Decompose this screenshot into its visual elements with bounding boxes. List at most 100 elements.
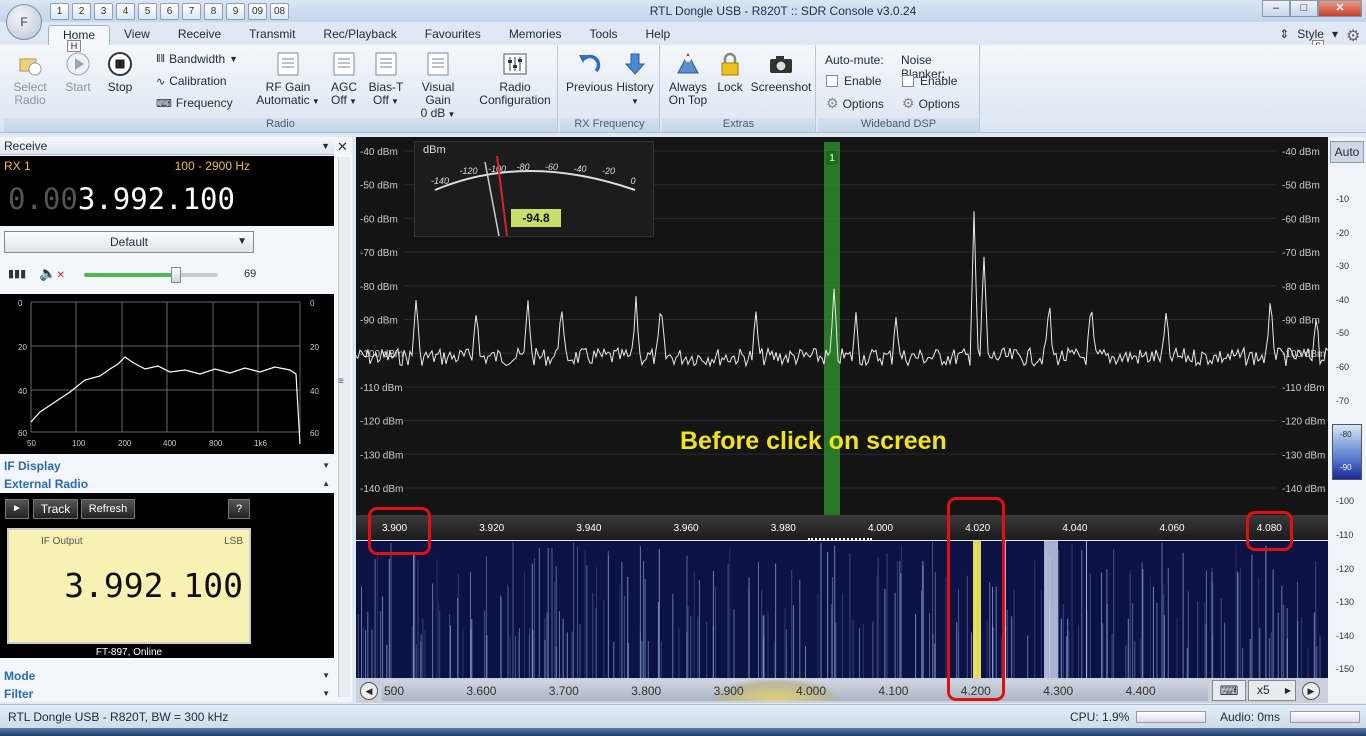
auto-mute-checkbox[interactable] [826, 75, 838, 87]
colorbar-tick: -30 [1336, 261, 1350, 272]
volume-thumb[interactable] [171, 267, 182, 283]
style-menu[interactable]: ⇕ Style ▾ [1279, 27, 1338, 41]
preset-label: Default [109, 235, 149, 249]
if-display-header[interactable]: IF Display ▼ [0, 457, 334, 475]
bandwidth-label: Bandwidth [169, 52, 226, 66]
overview-scale-label: 3.900 [713, 684, 744, 698]
scroll-right-button[interactable]: ▶ [1302, 682, 1320, 700]
tab-favourites[interactable]: Favourites [411, 25, 495, 45]
colorbar-tick: -150 [1336, 664, 1355, 675]
overview-scale-label: 4.400 [1125, 684, 1156, 698]
db-label-left: -140 dBm [360, 484, 403, 495]
previous-label: Previous [566, 80, 613, 94]
lock-icon [721, 52, 739, 76]
preset-dropdown[interactable]: Default ▼ [4, 231, 254, 253]
tab-view[interactable]: View [110, 25, 164, 45]
maximize-button[interactable]: □ [1290, 0, 1318, 17]
rf-gain-button[interactable]: RF Gain Automatic ▼ [256, 51, 320, 108]
tab-help[interactable]: Help [632, 25, 685, 45]
volume-slider[interactable] [84, 267, 218, 283]
mute-icon[interactable]: 🔈✕ [39, 265, 65, 282]
application-menu-button[interactable]: F [6, 4, 42, 40]
style-label[interactable]: Style [1297, 27, 1324, 41]
keyboard-button[interactable]: ⌨ [1212, 680, 1246, 701]
db-label-right: -40 dBm [1282, 147, 1320, 158]
overview-scale-label: 3.700 [548, 684, 579, 698]
tab-recplayback[interactable]: Rec/Playback [309, 25, 410, 45]
auto-mute-label: Auto-mute: [825, 53, 884, 67]
highlight-box-4020 [947, 497, 1005, 701]
db-label-right: -130 dBm [1282, 450, 1325, 461]
tab-transmit[interactable]: Transmit [235, 25, 309, 45]
waterfall-display[interactable] [356, 541, 1328, 678]
splitter-handle[interactable] [808, 538, 872, 540]
track-button[interactable]: Track [33, 499, 78, 519]
noise-blanker-enable[interactable]: Enable [902, 74, 957, 88]
levels-icon[interactable]: ▮▮▮ [8, 267, 26, 280]
always-on-top-button[interactable]: Always On Top [664, 51, 712, 107]
rx-frequency-group-label: RX Frequency [560, 118, 659, 132]
status-bar: RTL Dongle USB - R820T, BW = 300 kHz CPU… [0, 704, 1366, 728]
db-label-left: -80 dBm [360, 282, 398, 293]
stop-button[interactable]: Stop [104, 51, 136, 94]
chevron-down-icon: ▼ [322, 689, 330, 698]
vfo-frequency[interactable]: 0.003.992.100 [8, 182, 235, 216]
zoom-button[interactable]: x5 ▶ [1248, 680, 1296, 701]
auto-button[interactable]: Auto [1330, 141, 1364, 163]
visual-gain-button[interactable]: Visual Gain 0 dB ▼ [408, 51, 468, 121]
auto-mute-options[interactable]: ⚙ Options [826, 95, 884, 112]
colorbar-tick: -50 [1336, 328, 1350, 339]
radio-configuration-button[interactable]: Radio Configuration [476, 51, 554, 107]
wideband-dsp-group-label: Wideband DSP [818, 118, 979, 132]
overview-scale-label: 3.800 [631, 684, 662, 698]
agc-label: AGC [330, 80, 357, 94]
mode-header[interactable]: Mode ▼ [0, 667, 334, 685]
filter-header[interactable]: Filter ▼ [0, 685, 334, 703]
overview-scale[interactable]: ◀ 500 3.600 3.700 3.800 3.900 4.000 4.100 4.200… [356, 678, 1328, 703]
vfo-marker-label: 1 [829, 153, 835, 164]
bandwidth-button[interactable]: ‖‖ Bandwidth ▼ [156, 52, 238, 66]
spectrum-display[interactable]: -40 dBm -40 dBm -50 dBm -50 dBm -60 dBm -60 d… [355, 137, 1329, 515]
gear-icon: ⚙ [902, 95, 915, 111]
play-toggle-button[interactable]: ► [5, 499, 29, 519]
spectrum-scrollbar-icon[interactable]: ≡ [338, 376, 344, 387]
frequency-button[interactable]: ⌨ Frequency [156, 96, 233, 110]
colorbar-tick: -120 [1336, 563, 1355, 574]
tab-tools[interactable]: Tools [576, 25, 632, 45]
auto-mute-enable[interactable]: Enable [826, 74, 881, 88]
frequency-scale[interactable]: 3.900 3.920 3.940 3.960 3.980 4.000 4.020 4.040… [356, 515, 1328, 540]
left-panel-scrollbar[interactable] [338, 157, 350, 697]
db-label-right: -70 dBm [1282, 248, 1320, 259]
calibration-button[interactable]: ∿ Calibration [156, 74, 227, 88]
freq-scale-label: 3.920 [479, 523, 505, 534]
noise-blanker-checkbox[interactable] [902, 75, 914, 87]
history-button[interactable]: History ▼ [614, 51, 656, 108]
lock-button[interactable]: Lock [714, 51, 746, 94]
refresh-button[interactable]: Refresh [81, 499, 135, 519]
start-button[interactable]: Start [62, 51, 94, 94]
eq-x-tick: 400 [163, 439, 177, 448]
external-radio-header[interactable]: External Radio ▲ [0, 475, 334, 493]
tab-receive[interactable]: Receive [164, 25, 235, 45]
chevron-down-icon[interactable]: ▼ [321, 137, 330, 155]
noise-blanker-options[interactable]: ⚙ Options [902, 95, 960, 112]
freq-scale-label: 4.000 [868, 523, 894, 534]
scroll-left-button[interactable]: ◀ [360, 682, 378, 700]
select-radio-button[interactable]: Select Radio [8, 51, 52, 107]
agc-button[interactable]: AGC Off ▼ [326, 51, 362, 108]
rf-gain-value: Automatic [256, 93, 310, 107]
settings-gear-icon[interactable]: ⚙ [1346, 26, 1360, 46]
close-button[interactable]: ✕ [1318, 0, 1362, 17]
previous-button[interactable]: Previous [566, 51, 613, 94]
help-button[interactable]: ? [228, 499, 250, 519]
extras-group: Always On Top Lock Screenshot Extras [662, 45, 816, 133]
radio-status: FT-897, Online [95, 647, 163, 658]
screenshot-button[interactable]: Screenshot [750, 51, 812, 94]
bias-t-button[interactable]: Bias-T Off ▼ [368, 51, 404, 108]
left-panel: Receive ▼ ✕ RX 1 100 - 2900 Hz 0.003.992… [0, 137, 352, 702]
play-icon [66, 52, 90, 76]
minimize-button[interactable]: – [1262, 0, 1290, 17]
eq-y-tick: 40 [310, 387, 319, 396]
close-panel-icon[interactable]: ✕ [337, 139, 348, 155]
tab-memories[interactable]: Memories [495, 25, 576, 45]
